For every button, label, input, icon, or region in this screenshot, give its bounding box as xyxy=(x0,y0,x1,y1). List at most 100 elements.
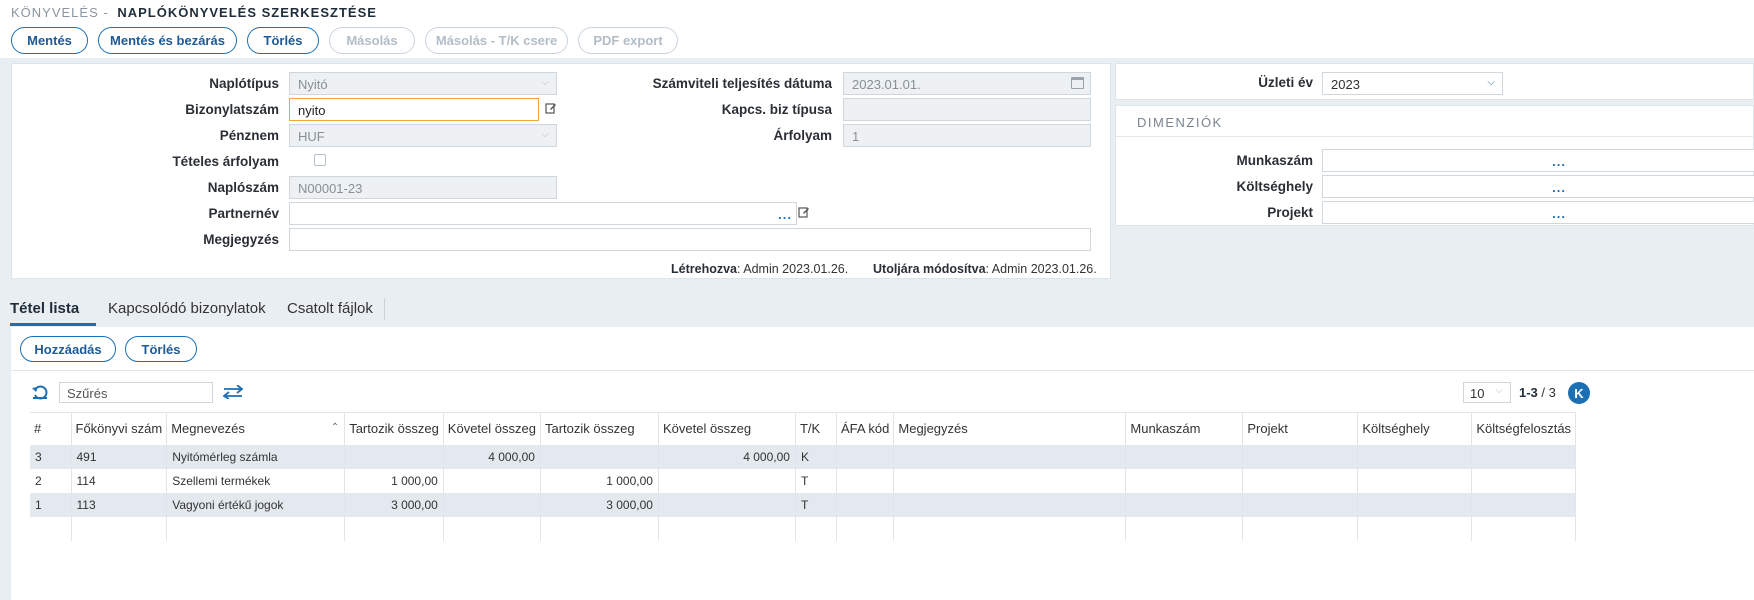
work-number-label: Munkaszám xyxy=(1236,153,1313,168)
column-header-vat-code[interactable]: ÁFA kód xyxy=(836,412,895,445)
chevron-down-icon: ⌵ xyxy=(541,77,549,88)
more-icon[interactable]: ... xyxy=(1552,206,1566,221)
created-label: Létrehozva xyxy=(671,262,737,276)
cell-name: Nyitómérleg számla xyxy=(166,444,346,469)
partner-label: Partnernév xyxy=(208,206,279,221)
cell-work-number xyxy=(1125,492,1244,517)
modified-label: Utoljára módosítva xyxy=(873,262,986,276)
column-header-debit-huf[interactable]: Tartozik összeg xyxy=(540,412,659,445)
save-and-close-button[interactable]: Mentés és bezárás xyxy=(98,27,237,54)
cell-vat-code xyxy=(836,468,895,493)
cell-vat-code xyxy=(836,444,895,469)
doc-number-input[interactable]: nyito xyxy=(289,98,539,121)
page-size-select[interactable]: 10 ⌵ xyxy=(1463,382,1511,403)
chevron-down-icon: ⌵ xyxy=(1487,77,1495,88)
column-header-credit-huf[interactable]: Követel összeg xyxy=(658,412,796,445)
swap-icon[interactable] xyxy=(223,385,243,399)
delete-button[interactable]: Törlés xyxy=(247,27,319,54)
journal-number-field: N00001-23 xyxy=(289,176,557,199)
column-header-work-number[interactable]: Munkaszám xyxy=(1125,412,1244,445)
empty-row xyxy=(30,516,1577,541)
cell-cost-allocation xyxy=(1471,468,1577,493)
work-number-input[interactable]: ... xyxy=(1322,149,1754,172)
itemized-rate-checkbox[interactable] xyxy=(314,154,326,166)
note-input[interactable] xyxy=(289,228,1091,251)
fiscal-year-select[interactable]: 2023 ⌵ xyxy=(1322,72,1503,95)
perf-date-input[interactable]: 2023.01.01. xyxy=(843,72,1091,95)
tab-item-list[interactable]: Tétel lista xyxy=(10,300,79,317)
first-page-button[interactable]: K xyxy=(1568,382,1590,404)
journal-number-label: Naplószám xyxy=(207,180,279,195)
column-header-cost-allocation[interactable]: Költségfelosztás xyxy=(1471,412,1577,445)
journal-type-select[interactable]: Nyitó ⌵ xyxy=(289,72,557,95)
edit-icon[interactable] xyxy=(798,206,810,218)
cell-debit xyxy=(344,444,444,469)
save-button[interactable]: Mentés xyxy=(11,27,88,54)
cell-cost-allocation xyxy=(1471,492,1577,517)
column-header-project[interactable]: Projekt xyxy=(1242,412,1359,445)
cell-project xyxy=(1242,468,1359,493)
cell-name: Vagyoni értékű jogok xyxy=(166,492,346,517)
project-label: Projekt xyxy=(1267,205,1313,220)
table-row[interactable]: 2 114 Szellemi termékek 1 000,00 1 000,0… xyxy=(30,468,1577,493)
tab-attachments[interactable]: Csatolt fájlok xyxy=(287,300,373,317)
cost-center-input[interactable]: ... xyxy=(1322,175,1754,198)
filter-input[interactable]: Szűrés xyxy=(59,382,213,403)
copy-swap-button[interactable]: Másolás - T/K csere xyxy=(425,27,568,54)
cell-debit-huf: 1 000,00 xyxy=(540,468,659,493)
tab-linked-docs[interactable]: Kapcsolódó bizonylatok xyxy=(108,300,266,317)
cell-project xyxy=(1242,444,1359,469)
column-header-note[interactable]: Megjegyzés xyxy=(893,412,1127,445)
cell-credit-huf xyxy=(658,492,796,517)
table-row[interactable]: 3 491 Nyitómérleg számla 4 000,00 4 000,… xyxy=(30,444,1577,469)
more-icon[interactable]: ... xyxy=(778,207,792,222)
cell-project xyxy=(1242,492,1359,517)
cell-index: 2 xyxy=(30,468,72,493)
breadcrumb-root[interactable]: KÖNYVELÉS - xyxy=(11,5,109,20)
refresh-icon[interactable] xyxy=(31,384,49,400)
cell-account: 491 xyxy=(71,444,168,469)
column-header-name[interactable]: Megnevezés ⌃ xyxy=(166,412,346,445)
edit-icon[interactable] xyxy=(545,102,557,114)
grid-header-row: # Főkönyvi szám Megnevezés ⌃ Tartozik öss… xyxy=(30,412,1577,445)
column-header-tk[interactable]: T/K xyxy=(795,412,837,445)
delete-item-button[interactable]: Törlés xyxy=(125,336,197,362)
project-input[interactable]: ... xyxy=(1322,201,1754,224)
cell-debit: 3 000,00 xyxy=(344,492,444,517)
rate-label: Árfolyam xyxy=(773,128,832,143)
modified-info: Utoljára módosítva: Admin 2023.01.26. xyxy=(873,262,1097,276)
cell-vat-code xyxy=(836,492,895,517)
chevron-down-icon: ⌵ xyxy=(541,129,549,140)
more-icon[interactable]: ... xyxy=(1552,154,1566,169)
rate-field: 1 xyxy=(843,124,1091,147)
tab-bar: Tétel lista Kapcsolódó bizonylatok Csato… xyxy=(0,293,1754,327)
column-header-cost-center[interactable]: Költséghely xyxy=(1357,412,1473,445)
top-bar: KÖNYVELÉS - NAPLÓKÖNYVELÉS SZERKESZTÉSE … xyxy=(0,0,1754,58)
pdf-export-button[interactable]: PDF export xyxy=(578,27,678,54)
column-header-credit[interactable]: Követel összeg xyxy=(443,412,541,445)
cell-account: 113 xyxy=(71,492,168,517)
item-toolbar: Hozzáadás Törlés xyxy=(11,327,1754,371)
toolbar: Mentés Mentés és bezárás Törlés Másolás … xyxy=(11,27,678,54)
column-header-index[interactable]: # xyxy=(30,412,72,445)
currency-select[interactable]: HUF ⌵ xyxy=(289,124,557,147)
cell-tk: T xyxy=(795,492,837,517)
page-title: NAPLÓKÖNYVELÉS SZERKESZTÉSE xyxy=(117,5,377,20)
more-icon[interactable]: ... xyxy=(1552,180,1566,195)
column-header-debit[interactable]: Tartozik összeg xyxy=(344,412,444,445)
add-item-button[interactable]: Hozzáadás xyxy=(20,336,116,362)
cell-credit xyxy=(443,492,541,517)
partner-input[interactable]: ... xyxy=(289,202,797,225)
linked-doc-type-label: Kapcs. biz típusa xyxy=(721,102,832,117)
cell-index: 3 xyxy=(30,444,72,469)
cost-center-label: Költséghely xyxy=(1236,179,1313,194)
copy-button[interactable]: Másolás xyxy=(329,27,415,54)
cell-note xyxy=(893,492,1127,517)
currency-label: Pénznem xyxy=(219,128,279,143)
table-row[interactable]: 1 113 Vagyoni értékű jogok 3 000,00 3 00… xyxy=(30,492,1577,517)
linked-doc-type-field xyxy=(843,98,1091,121)
column-header-account[interactable]: Főkönyvi szám xyxy=(71,412,168,445)
cell-work-number xyxy=(1125,468,1244,493)
cell-credit: 4 000,00 xyxy=(443,444,541,469)
calendar-icon[interactable] xyxy=(1071,77,1084,89)
